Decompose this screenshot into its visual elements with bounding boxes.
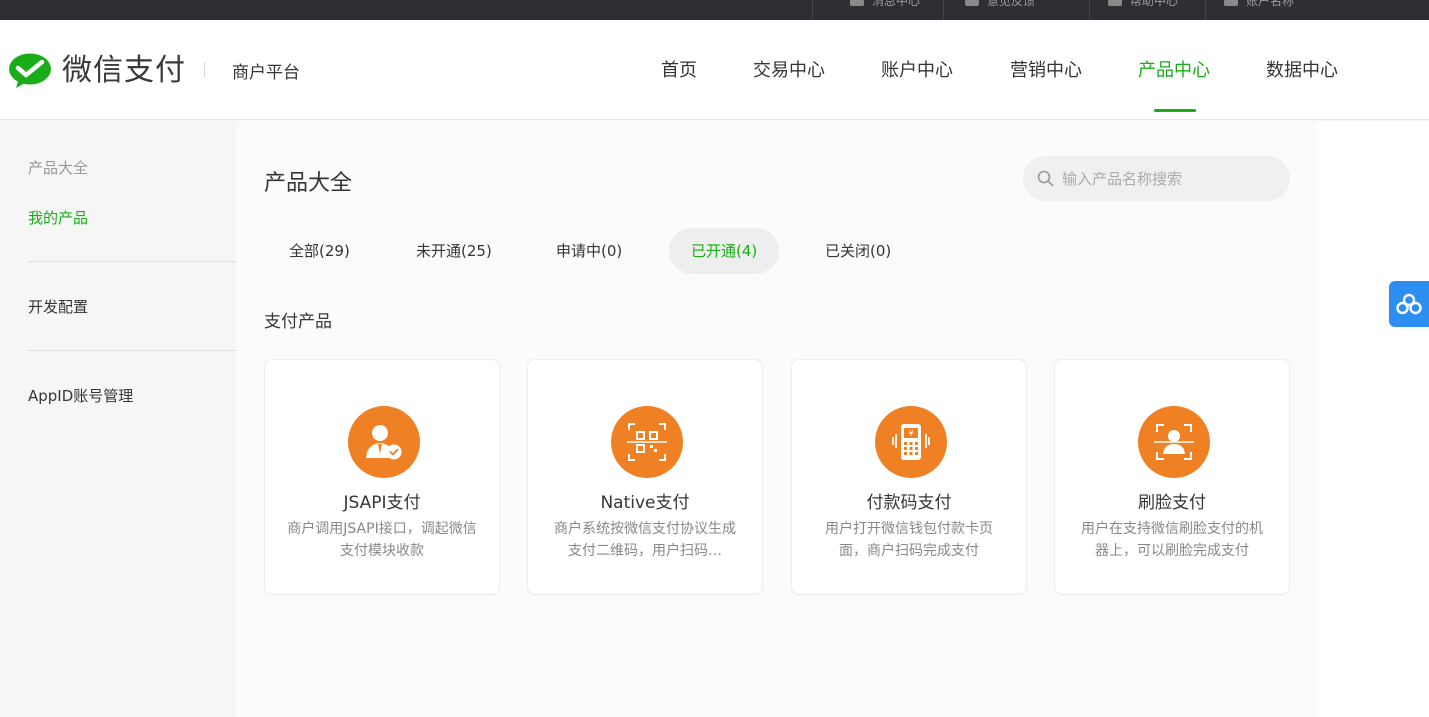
logo-text: 微信支付: [62, 53, 186, 88]
product-name: Native支付: [600, 493, 690, 513]
nav-marketing[interactable]: 营销中心: [1010, 56, 1082, 82]
sidebar-item-dev-config[interactable]: 开发配置: [28, 296, 88, 317]
search-box[interactable]: [1023, 156, 1290, 201]
product-name: 付款码支付: [866, 493, 952, 513]
sidebar-divider: [28, 261, 236, 262]
product-icon-circle: ¥: [875, 406, 947, 478]
product-card-native[interactable]: Native支付 商户系统按微信支付协议生成支付二维码，用户扫码…: [527, 359, 763, 595]
nav-data[interactable]: 数据中心: [1266, 56, 1338, 82]
feedback-icon: [965, 0, 979, 6]
topbar-label: 账户名称: [1246, 0, 1295, 8]
sidebar-divider: [28, 350, 236, 351]
section-title: 支付产品: [264, 312, 332, 332]
wechat-pay-logo[interactable]: 微信支付: [8, 53, 186, 89]
tab-enabled[interactable]: 已开通(4): [669, 228, 780, 274]
product-card-payment-code[interactable]: ¥ 付款码支付 用户打开微信钱包付款卡页面，商户扫码完成支付: [791, 359, 1027, 595]
right-margin: [1317, 121, 1429, 717]
sidebar: 产品大全 我的产品 开发配置 AppID账号管理: [0, 121, 236, 717]
product-icon-circle: [1138, 406, 1210, 478]
main-content: 产品大全 全部(29) 未开通(25) 申请中(0) 已开通(4) 已关闭(0)…: [236, 121, 1317, 717]
product-icon-circle: [611, 406, 683, 478]
topbar-label: 意见反馈: [987, 0, 1036, 8]
wechat-pay-icon: [9, 53, 51, 88]
qr-scan-icon: [627, 423, 667, 461]
platform-label: 商户平台: [232, 63, 300, 83]
nav-account[interactable]: 账户中心: [881, 56, 953, 82]
help-icon: [1108, 0, 1122, 6]
nav-transactions[interactable]: 交易中心: [753, 56, 825, 82]
user-check-icon: [366, 425, 402, 460]
topbar-divider: [812, 0, 813, 20]
product-description: 用户在支持微信刷脸支付的机器上，可以刷脸完成支付: [1081, 521, 1263, 559]
product-name: JSAPI支付: [343, 493, 421, 513]
pos-terminal-icon: ¥: [892, 424, 930, 460]
topbar-divider: [1089, 0, 1090, 20]
product-icon-circle: [348, 406, 420, 478]
cloud-link-icon: [1396, 293, 1422, 315]
sidebar-item-all-products[interactable]: 产品大全: [28, 157, 88, 178]
top-utility-bar: 消息中心 意见反馈 帮助中心 账户名称: [0, 0, 1429, 20]
product-card-jsapi[interactable]: JSAPI支付 商户调用JSAPI接口，调起微信支付模块收款: [264, 359, 500, 595]
sidebar-item-my-products[interactable]: 我的产品: [28, 207, 88, 228]
page-title: 产品大全: [264, 171, 353, 196]
message-icon: [850, 0, 864, 6]
topbar-item-help[interactable]: 帮助中心: [1108, 0, 1178, 20]
tab-applying[interactable]: 申请中(0): [534, 228, 644, 274]
topbar-item-messages[interactable]: 消息中心: [850, 0, 920, 20]
topbar-item-feedback[interactable]: 意见反馈: [965, 0, 1035, 20]
floating-assistant-button[interactable]: [1389, 281, 1429, 327]
nav-products[interactable]: 产品中心: [1138, 56, 1210, 82]
header-divider: [204, 62, 205, 78]
tab-not-enabled[interactable]: 未开通(25): [394, 228, 514, 274]
product-description: 商户系统按微信支付协议生成支付二维码，用户扫码…: [554, 521, 736, 559]
tab-closed[interactable]: 已关闭(0): [803, 228, 913, 274]
nav-active-indicator: [1154, 109, 1196, 112]
topbar-label: 消息中心: [872, 0, 921, 8]
search-icon: [1037, 170, 1054, 187]
topbar-divider: [1205, 0, 1206, 20]
user-icon: [1224, 0, 1238, 6]
tab-all[interactable]: 全部(29): [267, 228, 372, 274]
header: 微信支付 商户平台 首页 交易中心 账户中心 营销中心 产品中心 数据中心: [0, 20, 1429, 120]
product-description: 商户调用JSAPI接口，调起微信支付模块收款: [287, 521, 477, 559]
nav-home[interactable]: 首页: [661, 56, 697, 82]
sidebar-item-appid[interactable]: AppID账号管理: [28, 385, 133, 406]
product-name: 刷脸支付: [1138, 493, 1206, 513]
topbar-item-account[interactable]: 账户名称: [1224, 0, 1294, 20]
svg-text:¥: ¥: [908, 429, 913, 438]
topbar-divider: [943, 0, 944, 20]
topbar-label: 帮助中心: [1130, 0, 1179, 8]
product-card-face-pay[interactable]: 刷脸支付 用户在支持微信刷脸支付的机器上，可以刷脸完成支付: [1054, 359, 1290, 595]
search-input[interactable]: [1062, 169, 1282, 188]
face-scan-icon: [1154, 424, 1194, 460]
product-description: 用户打开微信钱包付款卡页面，商户扫码完成支付: [825, 521, 993, 559]
